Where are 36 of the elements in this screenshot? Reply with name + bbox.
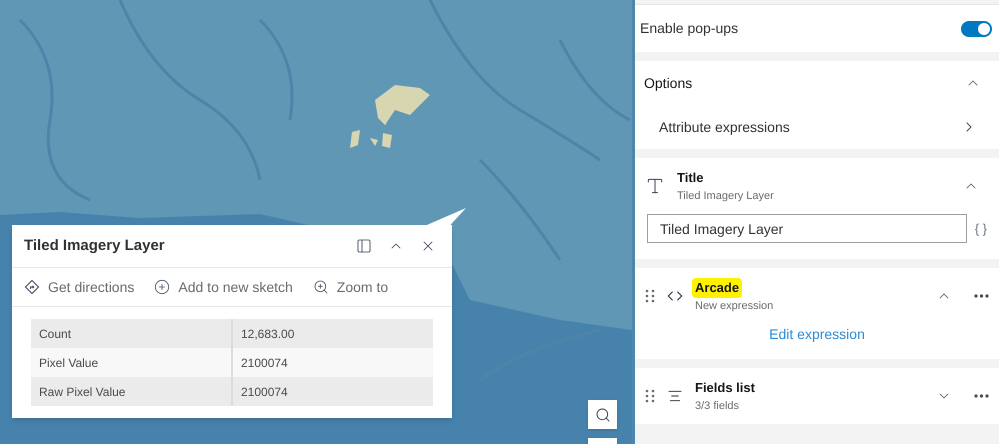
popup-title: Tiled Imagery Layer [24,236,166,256]
field-value-cell-text: 12,683.00 [240,326,296,342]
diamond-arrow-icon [24,279,40,295]
drag-handle-icon[interactable] [645,289,655,303]
zoom-in-icon [312,279,329,295]
add-circle-icon [154,279,170,295]
field-value-cell-text: 2100074 [240,354,289,372]
popup-action[interactable]: Zoom to [312,276,388,298]
more-button[interactable] [974,394,989,398]
element-subtitle: Tiled Imagery Layer [677,188,774,204]
element-subtitle: 3/3 fields [695,398,740,414]
more-button[interactable] [974,294,989,298]
title-input-field[interactable]: Tiled Imagery Layer [647,214,967,243]
drag-handle-icon[interactable] [645,389,655,403]
toggle-label: Enable pop-ups [640,19,740,38]
element-title: Title [677,168,704,187]
options-item[interactable]: Attribute expressions [635,105,999,149]
more-icon [974,394,989,398]
search-button[interactable] [588,400,617,429]
popup-action[interactable]: Get directions [24,276,134,298]
element-subtitle: New expression [695,298,774,314]
element-title: Arcade [692,278,742,298]
field-value-cell-text: 2100074 [240,384,289,400]
search-icon [594,406,610,422]
toggle-switch[interactable] [961,20,992,36]
section-heading: Options [644,74,694,93]
list-icon [667,388,683,404]
more-icon [974,294,989,298]
edit-expression-link[interactable]: Edit expression [769,324,865,345]
expression-button[interactable]: { } [974,218,987,238]
field-name-cell: Raw Pixel Value [31,377,233,406]
popup-action[interactable]: Add to new sketch [154,276,293,298]
dock-panel-icon [356,238,372,254]
map-view[interactable]: Tiled Imagery Layer Get directions Add to new sketch Zoom to Count 12,683.00 Pixel Value 2100074 Raw Pixel Value 2100074 [0,0,632,444]
element-title: Fields list [695,378,755,397]
text-icon [645,176,665,196]
